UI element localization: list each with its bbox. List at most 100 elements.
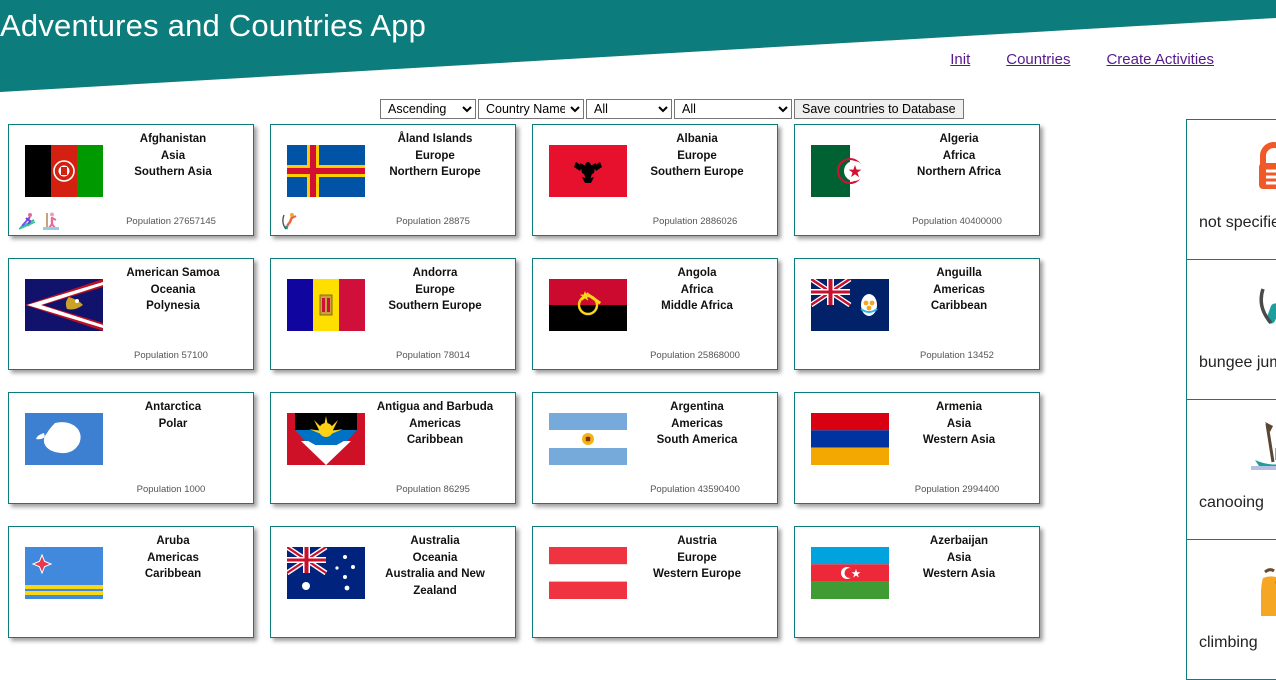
country-population: Population 13452 (920, 350, 994, 361)
nav-link-countries[interactable]: Countries (1006, 51, 1070, 68)
sort-field-select[interactable]: Country NamePopulationRegion (478, 99, 584, 119)
country-name: Angola (677, 267, 717, 279)
country-card[interactable]: Andorra Europe Southern Europe Population 7… (270, 258, 516, 370)
country-card[interactable]: Albania Europe Southern Europe Population 2… (532, 124, 778, 236)
country-name: Antarctica (144, 401, 202, 413)
country-region: Americas (147, 551, 199, 564)
country-flag-austria (549, 547, 627, 599)
country-activity-icons (279, 211, 299, 231)
activity-card[interactable]: bungee jumping (1186, 259, 1276, 400)
country-region: Asia (946, 551, 972, 564)
country-name: Andorra (412, 267, 458, 279)
country-population: Population 43590400 (650, 484, 740, 495)
country-name: Algeria (939, 133, 979, 145)
country-card[interactable]: Åland Islands Europe Northern Europe Popula… (270, 124, 516, 236)
country-region: Oceania (412, 551, 458, 564)
country-card[interactable]: Armenia Asia Western Asia Population 299440… (794, 392, 1040, 504)
country-subregion: Polynesia (146, 300, 200, 313)
country-flag-algeria (811, 145, 889, 197)
activity-card[interactable]: climbing (1186, 539, 1276, 680)
bungee-icon[interactable] (279, 211, 299, 231)
country-card[interactable]: Afghanistan Asia Southern Asia Population 2… (8, 124, 254, 236)
hiking-icon[interactable] (41, 211, 61, 231)
climbing-icon (1245, 558, 1276, 616)
country-flag-andorra (287, 279, 365, 331)
activity-label: climbing (1199, 634, 1258, 651)
country-info: Austria Europe Western Europe (627, 533, 767, 583)
country-info: Afghanistan Asia Southern Asia (103, 131, 243, 181)
save-countries-button[interactable]: Save countries to Database (794, 99, 964, 119)
country-info: Aruba Americas Caribbean (103, 533, 243, 583)
country-name: Armenia (935, 401, 983, 413)
country-name: Austria (677, 535, 717, 547)
country-info: Argentina Americas South America (627, 399, 767, 449)
activity-card[interactable]: not specified (1186, 119, 1276, 260)
country-card[interactable]: Argentina Americas South America Population… (532, 392, 778, 504)
activity-card[interactable]: canooing (1186, 399, 1276, 540)
country-flag-albania (549, 145, 627, 197)
country-name: Antigua and Barbuda (376, 401, 494, 413)
activity-label: not specified (1199, 214, 1276, 231)
country-region: Europe (677, 149, 717, 162)
country-subregion: Caribbean (406, 434, 464, 447)
country-population: Population 2886026 (652, 216, 738, 227)
country-subregion: Caribbean (144, 568, 202, 581)
country-flag-american-samoa (25, 279, 103, 331)
country-population: Population 78014 (396, 350, 470, 361)
country-card[interactable]: Antigua and Barbuda Americas Caribbean Popu… (270, 392, 516, 504)
country-info: Andorra Europe Southern Europe (365, 265, 505, 315)
filter-toolbar: AscendingDescending Country NamePopulati… (380, 99, 964, 119)
country-flag-antigua (287, 413, 365, 465)
country-flag-azerbaijan (811, 547, 889, 599)
country-region: Polar (158, 417, 188, 430)
country-flag-argentina (549, 413, 627, 465)
subregion-filter-select[interactable]: All (674, 99, 792, 119)
country-card[interactable]: Algeria Africa Northern Africa Population 4… (794, 124, 1040, 236)
country-subregion: Southern Europe (650, 166, 744, 179)
country-card[interactable]: Antarctica Polar Population 1000 (8, 392, 254, 504)
page-title: Adventures and Countries App (0, 8, 427, 43)
country-region: Europe (415, 283, 455, 296)
country-info: Angola Africa Middle Africa (627, 265, 767, 315)
region-filter-select[interactable]: All (586, 99, 672, 119)
country-region: Oceania (150, 283, 196, 296)
country-info: Antarctica Polar (103, 399, 243, 432)
country-region: Africa (680, 283, 714, 296)
country-card[interactable]: American Samoa Oceania Polynesia Population… (8, 258, 254, 370)
country-subregion: Caribbean (930, 300, 988, 313)
country-card[interactable]: Australia Oceania Australia and New Zealan… (270, 526, 516, 638)
country-card[interactable]: Anguilla Americas Caribbean Population 1345… (794, 258, 1040, 370)
country-subregion: Northern Europe (389, 166, 481, 179)
country-region: Europe (677, 551, 717, 564)
app-header: Adventures and Countries App Init Countr… (0, 0, 1276, 95)
unlocked-padlock-icon (1245, 138, 1276, 196)
country-population: Population 40400000 (912, 216, 1002, 227)
country-name: Anguilla (936, 267, 982, 279)
nav-link-init[interactable]: Init (950, 51, 970, 68)
country-subregion: Middle Africa (661, 300, 733, 313)
bungee-jumping-icon (1245, 278, 1276, 336)
canoeing-icon (1245, 418, 1276, 476)
country-flag-aruba (25, 547, 103, 599)
country-population: Population 86295 (396, 484, 470, 495)
country-info: Armenia Asia Western Asia (889, 399, 1029, 449)
country-card[interactable]: Aruba Americas Caribbean (8, 526, 254, 638)
country-population: Population 57100 (134, 350, 208, 361)
country-region: Americas (409, 417, 461, 430)
country-subregion: Western Asia (922, 434, 996, 447)
country-region: Americas (671, 417, 723, 430)
country-region: Americas (933, 283, 985, 296)
country-card[interactable]: Azerbaijan Asia Western Asia (794, 526, 1040, 638)
skiing-icon[interactable] (17, 211, 37, 231)
country-flag-afghanistan (25, 145, 103, 197)
country-name: Argentina (670, 401, 724, 413)
country-region: Asia (946, 417, 972, 430)
country-name: Azerbaijan (929, 535, 989, 547)
country-card[interactable]: Austria Europe Western Europe (532, 526, 778, 638)
nav-link-create-activities[interactable]: Create Activities (1106, 51, 1214, 68)
country-flag-australia (287, 547, 365, 599)
country-info: American Samoa Oceania Polynesia (103, 265, 243, 315)
sort-order-select[interactable]: AscendingDescending (380, 99, 476, 119)
country-card[interactable]: Angola Africa Middle Africa Population 2586… (532, 258, 778, 370)
country-flag-antarctica (25, 413, 103, 465)
